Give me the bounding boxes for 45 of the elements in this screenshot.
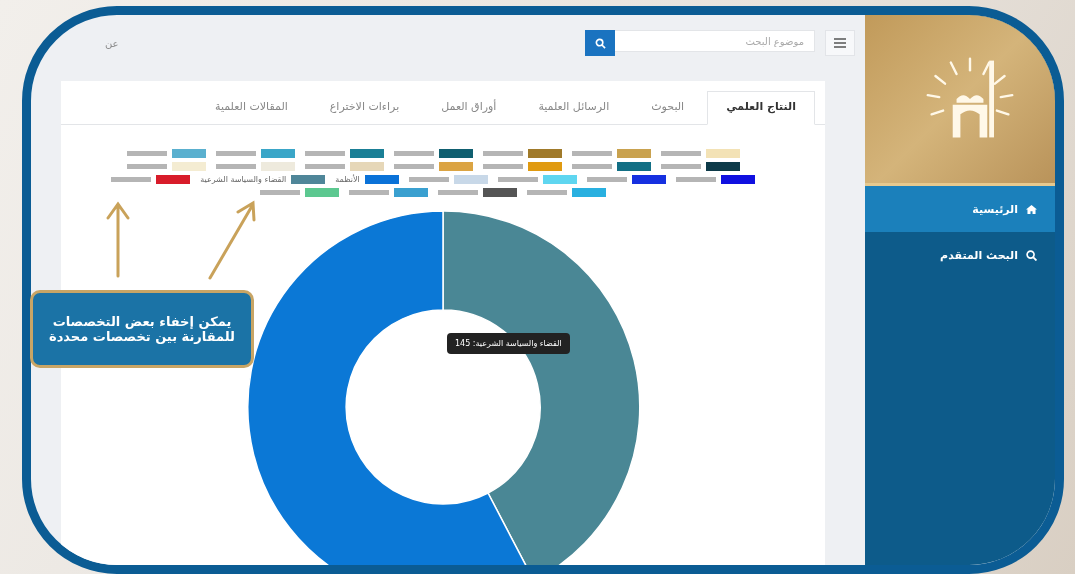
- search-button[interactable]: [585, 30, 615, 56]
- legend-swatch[interactable]: [616, 162, 651, 171]
- legend-swatch[interactable]: [349, 162, 384, 171]
- legend-swatch[interactable]: [720, 175, 755, 184]
- search-icon: [1026, 249, 1037, 261]
- legend-swatch[interactable]: [291, 175, 326, 184]
- legend-swatch[interactable]: [171, 149, 206, 158]
- tab[interactable]: النتاج العلمي: [707, 91, 815, 125]
- legend-swatch[interactable]: [527, 162, 562, 171]
- legend-swatch[interactable]: [156, 175, 191, 184]
- chart-tooltip: القضاء والسياسة الشرعية: 145: [447, 333, 570, 354]
- legend-swatch[interactable]: [483, 188, 517, 197]
- legend-swatch[interactable]: [572, 188, 606, 197]
- legend-swatch[interactable]: [527, 149, 562, 158]
- legend-swatch[interactable]: [631, 175, 666, 184]
- legend-swatch[interactable]: [364, 175, 399, 184]
- legend-swatch[interactable]: [542, 175, 577, 184]
- sidebar-item[interactable]: البحث المتقدم: [865, 232, 1055, 278]
- sidebar-item[interactable]: الرئيسية: [865, 186, 1055, 232]
- legend-swatch[interactable]: [305, 188, 339, 197]
- search-field[interactable]: موضوع البحث: [615, 30, 815, 52]
- header-text: عن: [105, 37, 119, 49]
- callout-note: يمكن إخفاء بعض التخصصات للمقارنة بين تخصصات محددة: [30, 290, 254, 368]
- legend-label[interactable]: الأنظمة: [335, 175, 360, 184]
- home-icon: [1026, 203, 1037, 215]
- tab[interactable]: البحوث: [632, 91, 704, 124]
- tab[interactable]: المقالات العلمية: [196, 91, 307, 124]
- tab[interactable]: أوراق العمل: [422, 91, 516, 124]
- legend-swatch[interactable]: [260, 149, 295, 158]
- legend-swatch[interactable]: [438, 162, 473, 171]
- legend-swatch[interactable]: [616, 149, 651, 158]
- legend-swatch[interactable]: [260, 162, 295, 171]
- legend-swatch[interactable]: [394, 188, 428, 197]
- tab[interactable]: براءات الاختراع: [310, 91, 419, 124]
- legend-swatch[interactable]: [349, 149, 384, 158]
- menu-button[interactable]: [825, 30, 855, 56]
- tab[interactable]: الرسائل العلمية: [519, 91, 629, 124]
- legend-swatch[interactable]: [438, 149, 473, 158]
- legend-swatch[interactable]: [453, 175, 488, 184]
- legend-swatch[interactable]: [705, 149, 740, 158]
- search-icon: [594, 37, 606, 49]
- legend-label[interactable]: القضاء والسياسة الشرعية: [200, 175, 287, 184]
- menu-icon: [834, 38, 846, 48]
- legend-swatch[interactable]: [705, 162, 740, 171]
- legend-swatch[interactable]: [171, 162, 206, 171]
